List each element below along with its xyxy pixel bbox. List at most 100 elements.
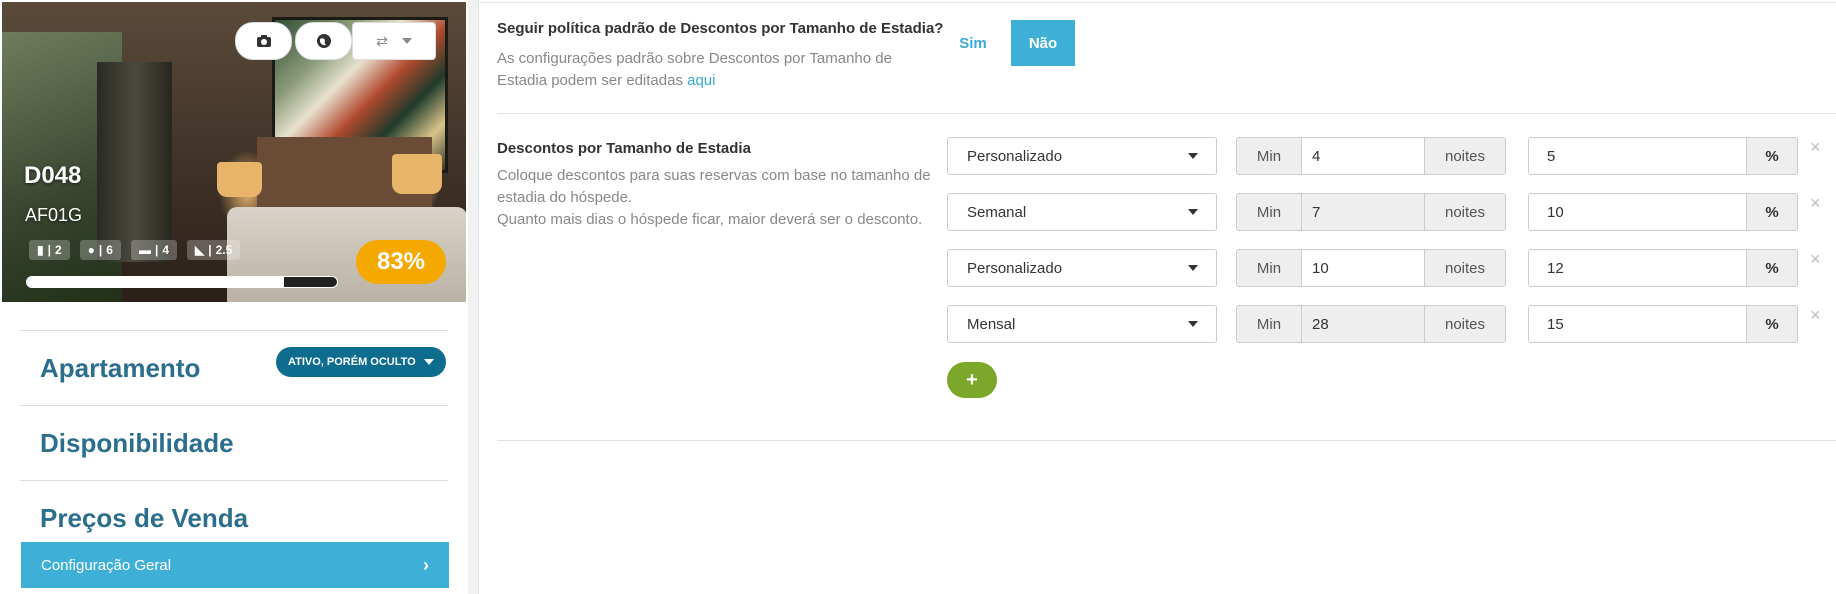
add-discount-button[interactable]: +	[947, 362, 997, 398]
discount-percent-input[interactable]: 5	[1529, 138, 1746, 174]
min-nights-group: Min 28 noites	[1236, 305, 1506, 343]
discount-row: Personalizado Min 4 noites 5 % ×	[947, 137, 1827, 175]
menu-divider	[20, 405, 448, 406]
discount-row: Mensal Min 28 noites 15 % ×	[947, 305, 1827, 343]
discount-percent-group: 12 %	[1528, 249, 1798, 287]
stat-guests: ● | 6	[79, 240, 121, 260]
stat-value: 6	[106, 243, 113, 257]
percent-label: %	[1746, 138, 1797, 174]
menu-item-label: Configuração Geral	[41, 556, 172, 574]
discounts-description: Coloque descontos para suas reservas com…	[497, 165, 937, 231]
discount-percent-group: 15 %	[1528, 305, 1798, 343]
stat-beds: ▬ | 4	[130, 240, 177, 260]
discounts-description-line: Coloque descontos para suas reservas com…	[497, 167, 931, 206]
remove-row-icon[interactable]: ×	[1810, 193, 1821, 213]
section-divider	[497, 113, 1836, 114]
min-label: Min	[1237, 138, 1302, 174]
min-nights-input: 7	[1302, 194, 1424, 230]
remove-row-icon[interactable]: ×	[1810, 305, 1821, 325]
min-nights-group: Min 4 noites	[1236, 137, 1506, 175]
menu-item-general-config[interactable]: Configuração Geral ›	[21, 542, 449, 588]
switch-listing-dropdown[interactable]: ⇄	[352, 22, 436, 60]
stat-sep: |	[98, 243, 103, 257]
plus-icon: +	[966, 368, 978, 391]
completion-progress-bar	[26, 276, 338, 288]
discount-type-select[interactable]: Personalizado	[947, 137, 1217, 175]
section-divider	[497, 440, 1836, 441]
nights-label: noites	[1424, 194, 1505, 230]
min-nights-input[interactable]: 10	[1302, 250, 1424, 286]
photo-lamp	[217, 162, 262, 197]
min-nights-group: Min 7 noites	[1236, 193, 1506, 231]
chevron-down-icon	[1188, 265, 1198, 271]
discount-type-select[interactable]: Semanal	[947, 193, 1217, 231]
bed-icon: ▬	[138, 243, 151, 257]
stat-value: 2	[54, 243, 62, 257]
discount-type-value: Semanal	[967, 203, 1027, 221]
menu-divider	[20, 330, 448, 331]
discount-percent-group: 5 %	[1528, 137, 1798, 175]
policy-yes-button[interactable]: Sim	[947, 20, 999, 66]
remove-row-icon[interactable]: ×	[1810, 249, 1821, 269]
chevron-down-icon	[1188, 153, 1198, 159]
percent-label: %	[1746, 250, 1797, 286]
nights-label: noites	[1424, 250, 1505, 286]
discount-type-select[interactable]: Mensal	[947, 305, 1217, 343]
camera-icon	[256, 35, 271, 47]
discount-percent-input[interactable]: 12	[1529, 250, 1746, 286]
menu-apartment[interactable]: Apartamento	[40, 353, 200, 384]
progress-fill	[27, 277, 285, 287]
globe-icon	[316, 34, 331, 48]
discount-percent-input[interactable]: 10	[1529, 194, 1746, 230]
stat-value: 4	[162, 243, 169, 257]
discount-row: Semanal Min 7 noites 10 % ×	[947, 193, 1827, 231]
listing-code: D048	[24, 162, 82, 189]
nights-label: noites	[1424, 306, 1505, 342]
stat-sep: |	[154, 243, 159, 257]
min-label: Min	[1237, 250, 1302, 286]
photo-door	[97, 62, 172, 262]
status-label: ATIVO, PORÉM OCULTO	[288, 356, 416, 368]
chevron-down-icon	[1188, 209, 1198, 215]
stat-rooms: ▮ | 2	[29, 240, 70, 260]
door-icon: ▮	[37, 243, 44, 257]
bathtub-icon: ◣	[195, 243, 205, 257]
listing-subcode: AF01G	[25, 205, 83, 225]
swap-icon: ⇄	[376, 32, 388, 49]
panel-divider	[468, 0, 479, 594]
min-nights-group: Min 10 noites	[1236, 249, 1506, 287]
discount-row: Personalizado Min 10 noites 12 % ×	[947, 249, 1827, 287]
photos-button[interactable]	[235, 22, 292, 60]
policy-edit-link[interactable]: aqui	[687, 72, 715, 89]
status-dropdown[interactable]: ATIVO, PORÉM OCULTO	[276, 347, 446, 377]
menu-divider	[20, 480, 448, 481]
chevron-right-icon: ›	[423, 554, 429, 575]
discount-percent-input[interactable]: 15	[1529, 306, 1746, 342]
menu-sale-prices[interactable]: Preços de Venda	[40, 503, 248, 534]
chevron-down-icon	[401, 38, 412, 44]
stat-sep: |	[208, 243, 212, 257]
chevron-down-icon	[423, 359, 434, 365]
website-button[interactable]	[295, 22, 352, 60]
nights-label: noites	[1424, 138, 1505, 174]
remove-row-icon[interactable]: ×	[1810, 137, 1821, 157]
min-label: Min	[1237, 194, 1302, 230]
stat-baths: ◣ | 2.5	[187, 240, 241, 260]
photo-lamp	[392, 154, 442, 194]
discounts-title: Descontos por Tamanho de Estadia	[497, 140, 751, 157]
menu-availability[interactable]: Disponibilidade	[40, 428, 234, 459]
discounts-description-line: Quanto mais dias o hóspede ficar, maior …	[497, 211, 923, 228]
listing-stats: ▮ | 2 ● | 6 ▬ | 4 ◣ | 2.5	[29, 240, 241, 260]
percent-label: %	[1746, 306, 1797, 342]
listing-sidebar: ⇄ D048 AF01G ▮ | 2 ● | 6 ▬ | 4 ◣ | 2.5 83% Apart…	[0, 0, 470, 594]
discount-type-value: Personalizado	[967, 147, 1063, 165]
percent-label: %	[1746, 194, 1797, 230]
completion-score-badge: 83%	[356, 240, 446, 284]
stat-value: 2.5	[215, 243, 233, 257]
discount-type-select[interactable]: Personalizado	[947, 249, 1217, 287]
policy-no-button[interactable]: Não	[1011, 20, 1075, 66]
chevron-down-icon	[1188, 321, 1198, 327]
stat-sep: |	[47, 243, 51, 257]
discount-percent-group: 10 %	[1528, 193, 1798, 231]
min-nights-input[interactable]: 4	[1302, 138, 1424, 174]
